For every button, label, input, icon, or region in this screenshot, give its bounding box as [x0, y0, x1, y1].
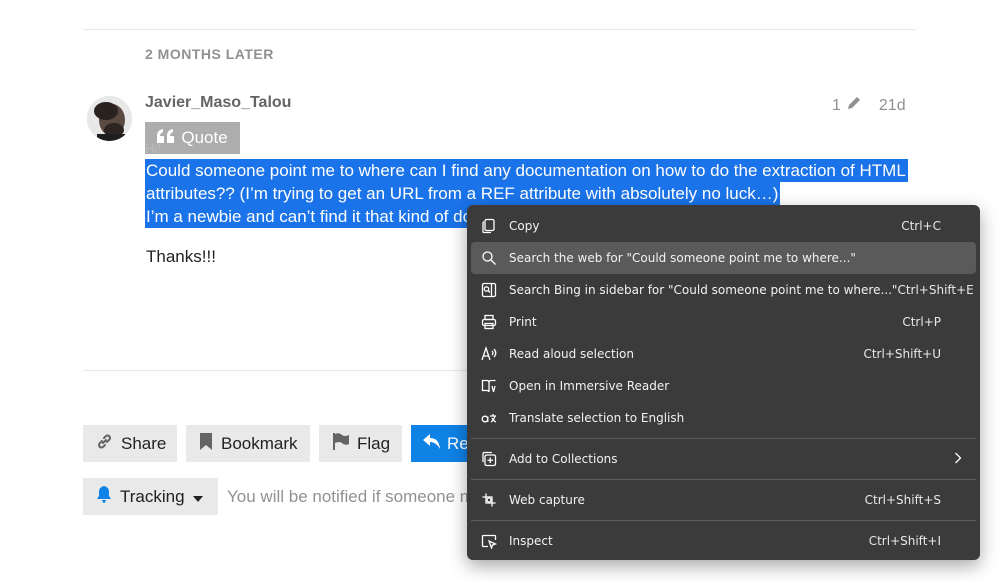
- share-button[interactable]: Share: [83, 425, 177, 462]
- immersive-reader-icon: [481, 378, 497, 394]
- translate-icon: [481, 410, 497, 426]
- post-meta: 1 21d: [832, 94, 906, 117]
- bell-icon: [96, 485, 112, 508]
- tracking-button[interactable]: Tracking: [83, 478, 218, 515]
- edit-count[interactable]: 1: [832, 97, 841, 115]
- menu-item-add-to-collections[interactable]: Add to Collections: [471, 443, 976, 475]
- read-aloud-icon: [481, 346, 497, 362]
- reply-button[interactable]: Re: [411, 425, 471, 462]
- tracking-label: Tracking: [120, 486, 185, 506]
- flag-button[interactable]: Flag: [319, 425, 402, 462]
- bookmark-icon: [199, 432, 213, 455]
- reply-icon: [423, 433, 440, 454]
- menu-item-search-web[interactable]: Search the web for "Could someone point …: [471, 242, 976, 274]
- search-icon: [481, 250, 497, 266]
- post-thanks: Thanks!!!: [146, 247, 216, 266]
- chevron-right-icon: [954, 452, 962, 467]
- menu-separator: [471, 520, 976, 521]
- menu-separator: [471, 479, 976, 480]
- post-greeting: Hi!: [145, 141, 161, 156]
- selected-text-line[interactable]: I’m a newbie and can’t find it that kind…: [145, 205, 483, 228]
- post-username[interactable]: Javier_Maso_Talou: [145, 94, 291, 112]
- menu-item-read-aloud[interactable]: Read aloud selection Ctrl+Shift+U: [471, 338, 976, 370]
- share-label: Share: [121, 433, 167, 453]
- post-divider: [83, 370, 483, 371]
- selected-text-line[interactable]: Could someone point me to where can I fi…: [145, 159, 908, 182]
- menu-item-web-capture[interactable]: Web capture Ctrl+Shift+S: [471, 484, 976, 516]
- context-menu: Copy Ctrl+C Search the web for "Could so…: [467, 205, 980, 560]
- menu-item-copy[interactable]: Copy Ctrl+C: [471, 210, 976, 242]
- reply-label: Re: [447, 433, 469, 453]
- inspect-icon: [481, 533, 497, 549]
- pencil-icon[interactable]: [845, 94, 863, 117]
- tracking-notify-text: You will be notified if someone m: [227, 487, 474, 506]
- avatar[interactable]: [87, 96, 132, 141]
- flag-icon: [332, 432, 349, 455]
- menu-item-translate[interactable]: Translate selection to English: [471, 402, 976, 434]
- web-capture-icon: [481, 492, 497, 508]
- bookmark-label: Bookmark: [221, 433, 298, 453]
- copy-icon: [481, 218, 497, 234]
- selected-text-line[interactable]: attributes?? (I’m trying to get an URL f…: [145, 182, 781, 205]
- menu-item-search-bing-sidebar[interactable]: Search Bing in sidebar for "Could someon…: [471, 274, 976, 306]
- menu-item-immersive-reader[interactable]: Open in Immersive Reader: [471, 370, 976, 402]
- print-icon: [481, 314, 497, 330]
- quote-label: Quote: [181, 128, 228, 147]
- link-icon: [96, 433, 113, 455]
- collections-icon: [481, 451, 497, 467]
- menu-item-print[interactable]: Print Ctrl+P: [471, 306, 976, 338]
- flag-label: Flag: [357, 433, 391, 453]
- bookmark-button[interactable]: Bookmark: [186, 425, 310, 462]
- bing-sidebar-icon: [481, 282, 497, 298]
- caret-down-icon: [192, 487, 203, 507]
- post-age[interactable]: 21d: [879, 97, 906, 115]
- time-gap-label: 2 MONTHS LATER: [145, 46, 274, 62]
- menu-item-inspect[interactable]: Inspect Ctrl+Shift+I: [471, 525, 976, 557]
- top-divider: [83, 29, 916, 30]
- menu-separator: [471, 438, 976, 439]
